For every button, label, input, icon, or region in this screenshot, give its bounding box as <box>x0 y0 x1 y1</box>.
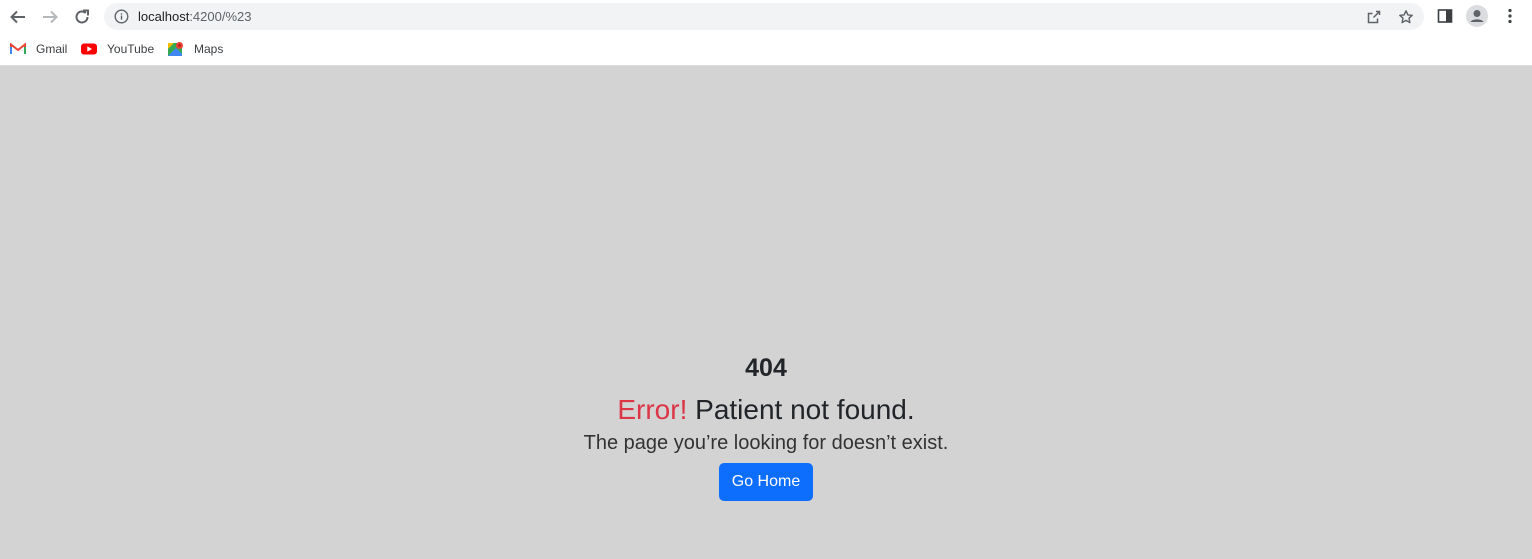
reload-icon <box>75 9 89 24</box>
star-icon <box>1399 10 1413 24</box>
arrow-left-icon <box>10 10 25 24</box>
bookmark-label: Maps <box>194 42 224 56</box>
error-message: Patient not found. <box>687 394 915 425</box>
menu-button[interactable] <box>1499 5 1521 27</box>
side-panel-button[interactable] <box>1434 5 1456 27</box>
youtube-icon <box>81 41 97 57</box>
share-button[interactable] <box>1365 8 1383 26</box>
page-viewport: 404 Error! Patient not found. The page y… <box>0 67 1532 559</box>
info-icon[interactable] <box>114 9 129 24</box>
arrow-right-icon <box>43 10 58 24</box>
side-panel-icon <box>1437 9 1453 23</box>
bookmark-maps[interactable]: Maps <box>168 40 223 58</box>
error-subtext: The page you’re looking for doesn’t exis… <box>583 432 949 454</box>
maps-icon <box>168 41 184 57</box>
forward-button[interactable] <box>37 4 63 30</box>
bookmark-youtube[interactable]: YouTube <box>81 40 154 58</box>
go-home-button[interactable]: Go Home <box>718 463 814 501</box>
back-button[interactable] <box>5 4 31 30</box>
url-text[interactable]: localhost:4200/%23 <box>138 9 251 24</box>
profile-button[interactable] <box>1466 5 1488 27</box>
address-bar[interactable]: localhost:4200/%23 <box>104 3 1424 30</box>
bookmark-star-button[interactable] <box>1397 8 1415 26</box>
bookmark-label: YouTube <box>107 42 155 56</box>
error-label: Error! <box>617 394 688 425</box>
bookmarks-bar: Gmail YouTube Maps <box>0 33 1532 66</box>
share-icon <box>1367 10 1381 24</box>
avatar-icon <box>1466 5 1488 27</box>
error-headline: Error! Patient not found. <box>0 393 1532 427</box>
bookmark-label: Gmail <box>36 42 68 56</box>
gmail-icon <box>10 41 26 57</box>
url-host: localhost <box>138 9 190 24</box>
kebab-menu-icon <box>1508 8 1512 24</box>
browser-toolbar: localhost:4200/%23 <box>0 0 1532 33</box>
not-found-panel: 404 Error! Patient not found. The page y… <box>0 353 1532 501</box>
url-path: :4200/%23 <box>189 9 252 24</box>
reload-button[interactable] <box>69 4 95 30</box>
bookmark-gmail[interactable]: Gmail <box>10 40 67 58</box>
error-code: 404 <box>745 354 787 382</box>
